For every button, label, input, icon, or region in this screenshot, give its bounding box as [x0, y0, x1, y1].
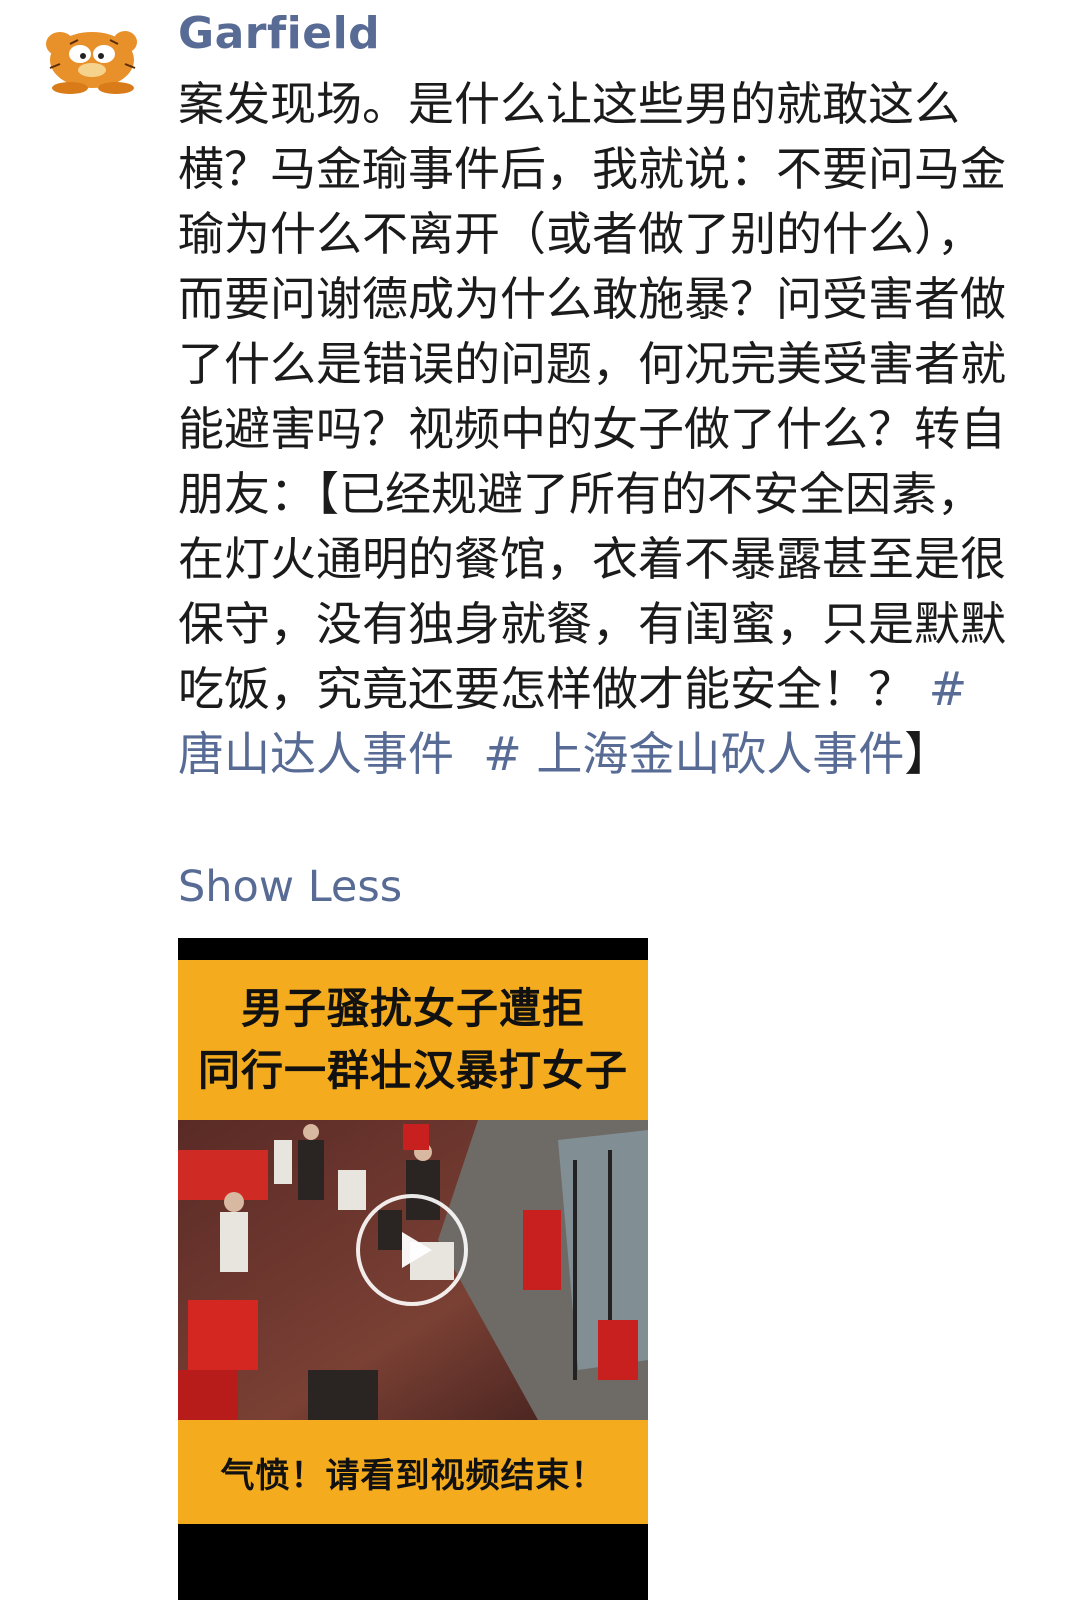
play-icon — [402, 1232, 432, 1268]
garfield-cat-avatar — [46, 31, 137, 94]
hashtag-shanghai-jinshan[interactable]: # 上海金山砍人事件 — [483, 727, 904, 781]
show-less-link[interactable]: Show Less — [178, 862, 402, 912]
video-banner-top-line1: 男子骚扰女子遭拒 — [240, 984, 585, 1033]
video-banner-top: 男子骚扰女子遭拒 同行一群壮汉暴打女子 — [178, 960, 648, 1120]
post-text: 案发现场。是什么让这些男的就敢这么横？马金瑜事件后，我就说：不要问马金瑜为什么不… — [178, 72, 1013, 787]
video-banner-bottom: 气愤！请看到视频结束！ — [178, 1420, 648, 1524]
video-thumbnail[interactable]: 男子骚扰女子遭拒 同行一群壮汉暴打女子 气愤！请看到视频结束！ — [178, 938, 648, 1600]
post-body: 案发现场。是什么让这些男的就敢这么横？马金瑜事件后，我就说：不要问马金瑜为什么不… — [178, 77, 1006, 716]
avatar[interactable] — [30, 14, 148, 94]
video-banner-top-line2: 同行一群壮汉暴打女子 — [197, 1046, 628, 1095]
video-banner-bottom-text: 气愤！请看到视频结束！ — [220, 1455, 606, 1496]
author-name[interactable]: Garfield — [178, 8, 380, 59]
play-button[interactable] — [356, 1194, 468, 1306]
post-closing-bracket: 】 — [904, 727, 951, 781]
